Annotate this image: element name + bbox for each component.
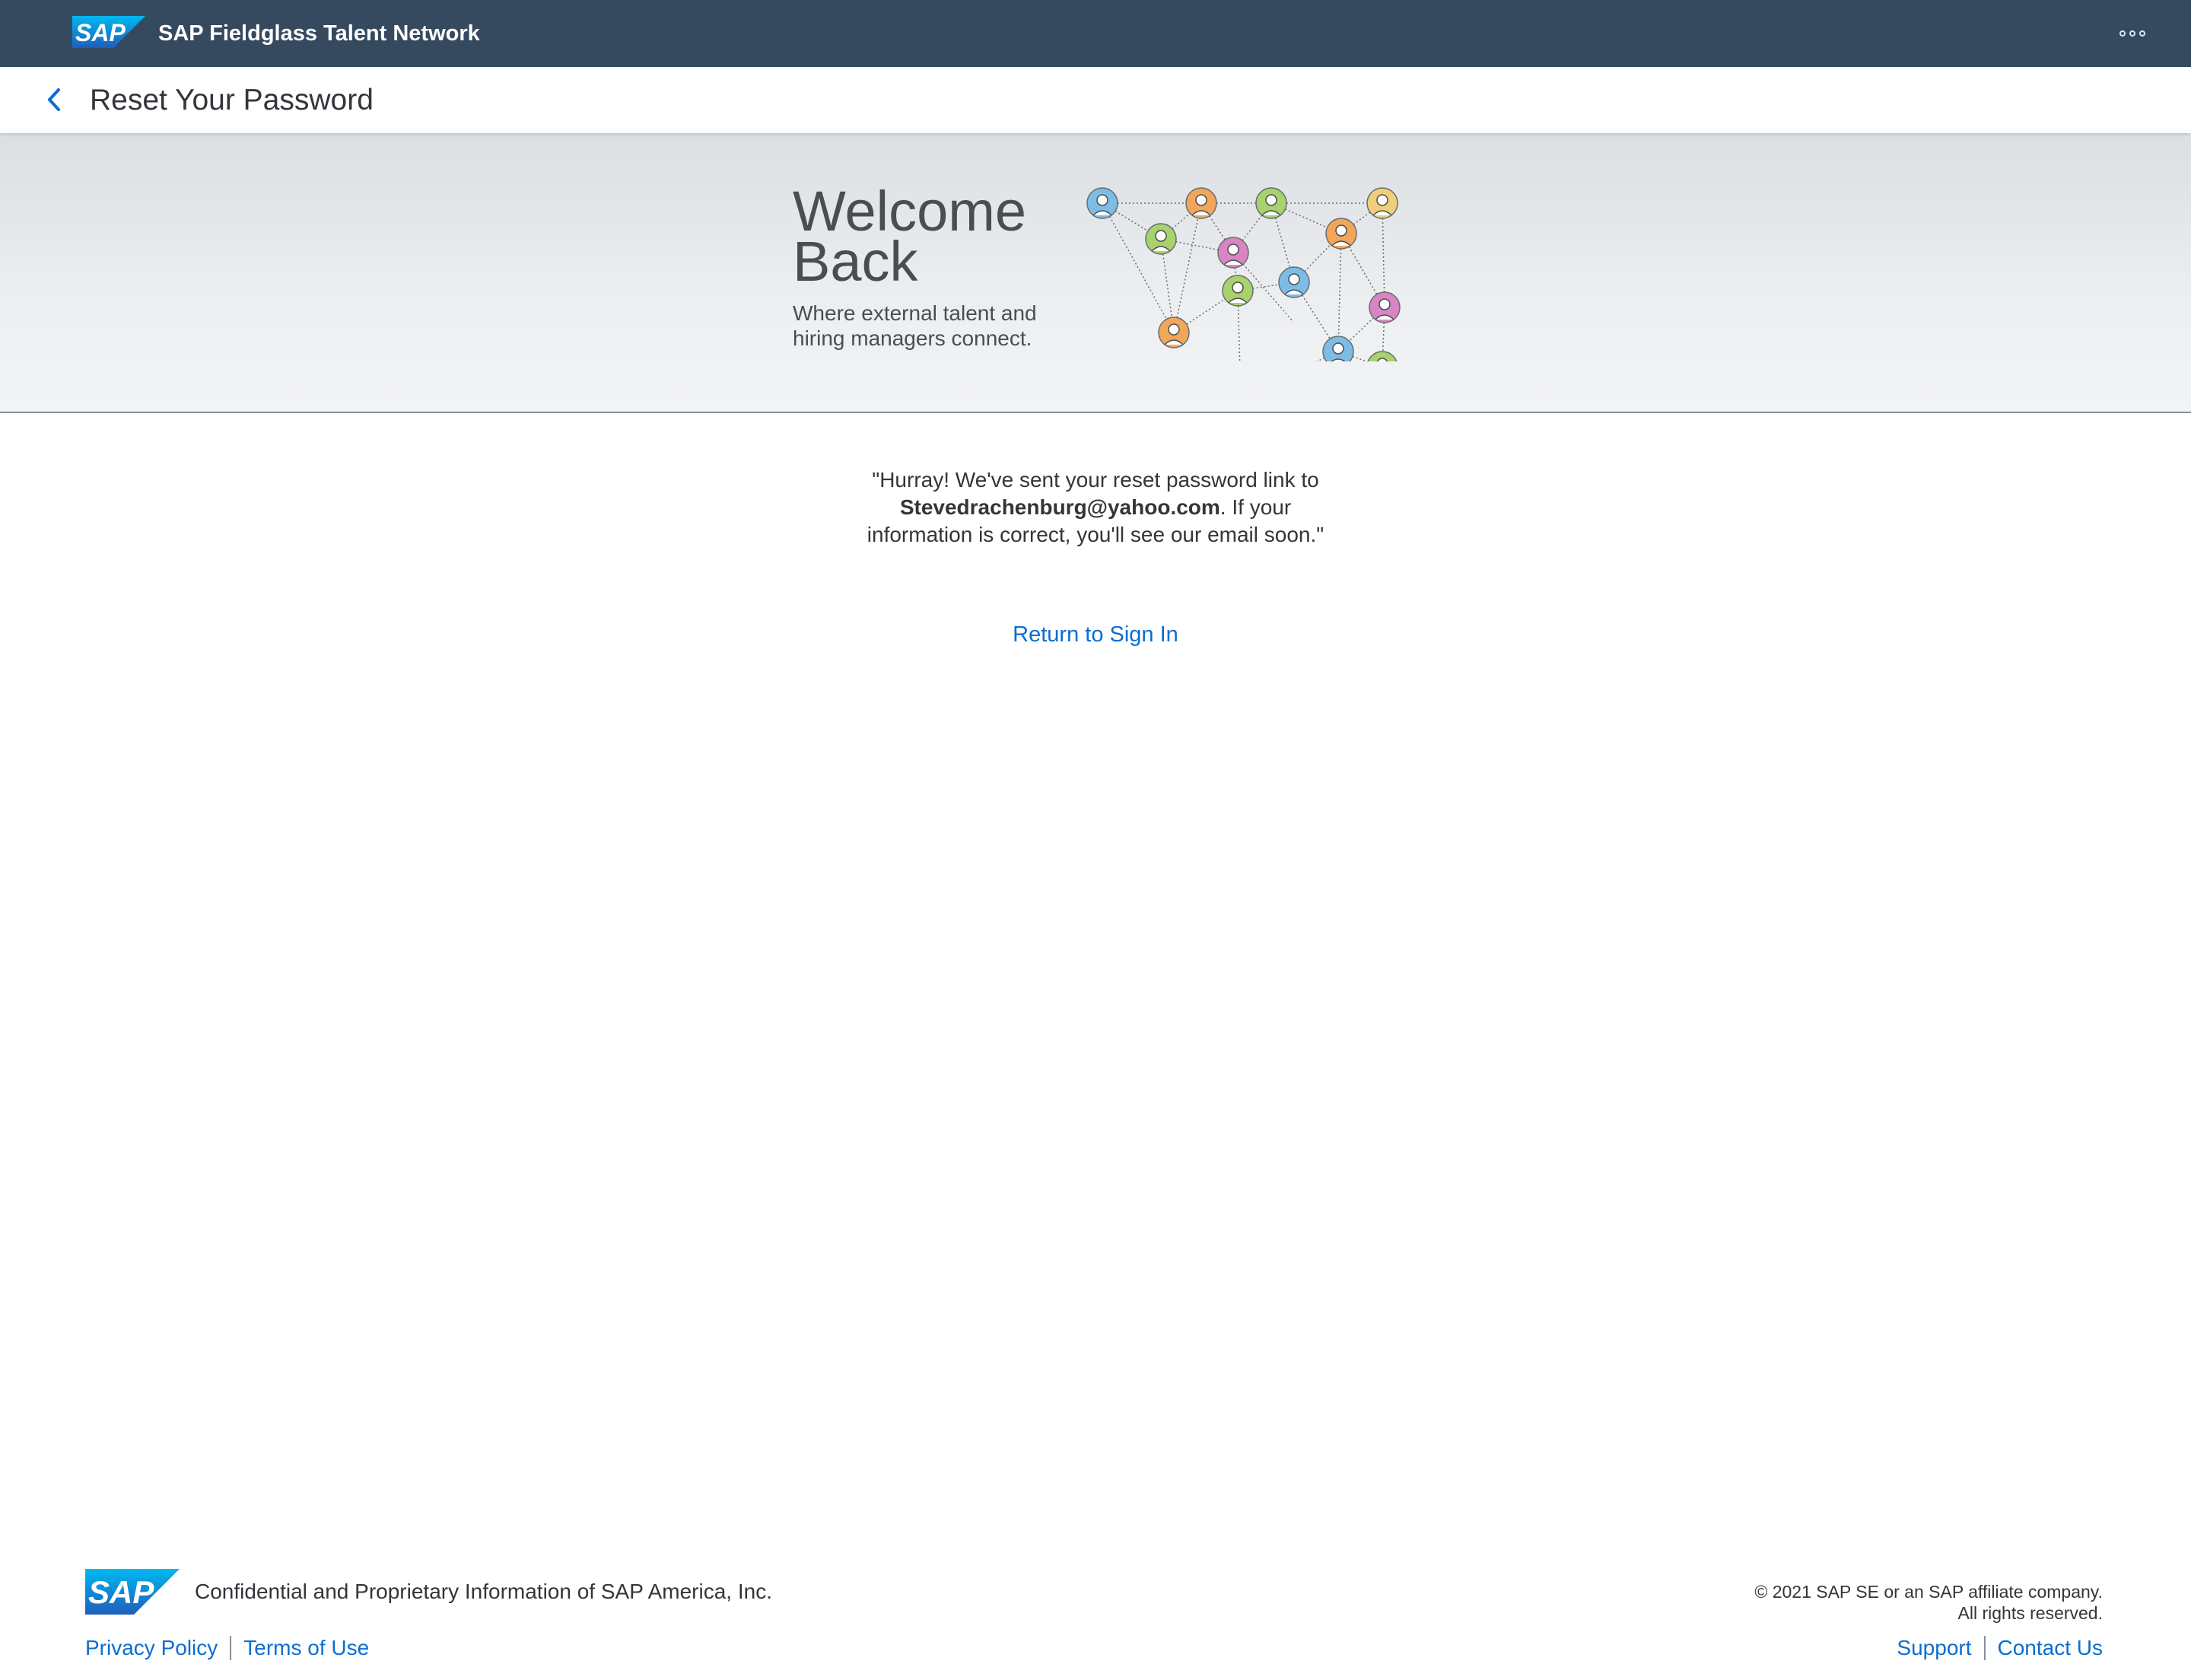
return-to-sign-in-link[interactable]: Return to Sign In	[943, 619, 1248, 650]
svg-text:SAP: SAP	[88, 1574, 154, 1610]
email-address: Stevedrachenburg@yahoo.com	[899, 495, 1220, 519]
contact-us-link[interactable]: Contact Us	[1998, 1633, 2104, 1663]
confidential-notice: Confidential and Proprietary Information…	[195, 1580, 772, 1603]
privacy-policy-link[interactable]: Privacy Policy	[85, 1633, 218, 1663]
support-link[interactable]: Support	[1897, 1633, 1971, 1663]
welcome-title: Welcome Back	[793, 180, 1027, 293]
welcome-banner: Welcome Back Where external talent and h…	[0, 133, 2191, 413]
overflow-menu-icon[interactable]	[2110, 20, 2154, 47]
confirmation-message: "Hurray! We've sent your reset password …	[867, 468, 1324, 546]
copyright-notice: © 2021 SAP SE or an SAP affiliate compan…	[1754, 1582, 2103, 1623]
chevron-left-icon	[48, 88, 60, 111]
sap-logo[interactable]: SAP	[72, 16, 145, 48]
svg-text:SAP: SAP	[75, 19, 126, 46]
terms-of-use-link[interactable]: Terms of Use	[243, 1633, 369, 1663]
page-title: Reset Your Password	[90, 84, 374, 116]
welcome-subtitle: Where external talent and hiring manager…	[793, 301, 1037, 350]
link-divider	[230, 1636, 232, 1660]
back-button[interactable]	[35, 81, 73, 119]
link-divider	[1983, 1636, 1986, 1660]
footer-legal-links: Privacy Policy Terms of Use	[85, 1633, 369, 1663]
footer-sap-logo[interactable]: SAP	[85, 1569, 180, 1615]
footer-support-links: Support Contact Us	[1897, 1633, 2103, 1663]
talent-network-illustration	[1086, 187, 1401, 361]
page-header: Reset Your Password	[0, 67, 2191, 133]
shell-bar: SAP SAP Fieldglass Talent Network	[0, 0, 2191, 67]
app-title: SAP Fieldglass Talent Network	[158, 21, 480, 46]
